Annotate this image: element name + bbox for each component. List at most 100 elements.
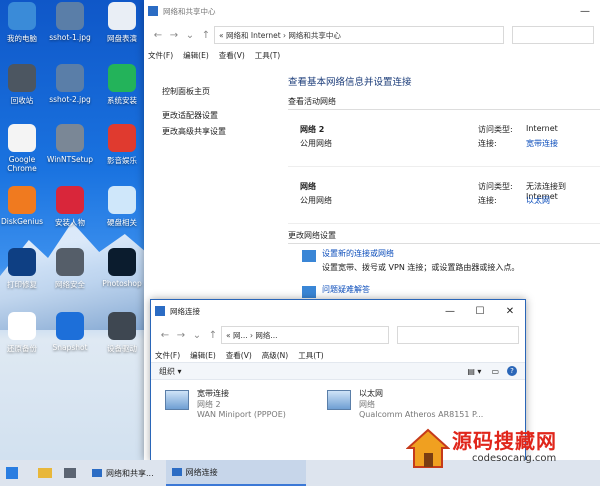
- desktop-icon-label: sshot-1.jpg: [49, 33, 91, 42]
- desktop-icon[interactable]: sshot-2.jpg: [42, 64, 98, 104]
- conn-forward-icon[interactable]: →: [173, 330, 189, 341]
- file-explorer-icon[interactable]: [38, 468, 52, 478]
- conn-window-title: 网络连接: [170, 306, 200, 316]
- conn-search-input[interactable]: [397, 326, 519, 344]
- history-icon[interactable]: ⌄: [182, 30, 198, 41]
- desktop-icon[interactable]: Photoshop: [94, 248, 150, 288]
- connection-name: 以太网: [359, 389, 383, 398]
- desktop-icon-label: 网盘表演: [107, 34, 137, 43]
- taskbar-network-sharing[interactable]: 网络和共享...: [86, 460, 160, 486]
- start-icon[interactable]: [6, 467, 18, 479]
- connection-item[interactable]: 宽带连接 网络 2 WAN Miniport (PPPOE): [165, 388, 335, 428]
- desktop-icon-image: [108, 248, 136, 276]
- desktop-icon-image: [108, 186, 136, 214]
- view-options-icon[interactable]: ▤ ▾: [467, 367, 481, 376]
- preview-pane-icon[interactable]: ▭: [491, 367, 499, 376]
- conn-close-button[interactable]: ✕: [495, 300, 525, 322]
- conn-history-icon[interactable]: ⌄: [189, 330, 205, 341]
- desktop-icon[interactable]: WinNTSetup: [42, 124, 98, 164]
- network-name: 网络: [300, 182, 316, 191]
- desktop-icon-image: [108, 124, 136, 152]
- desktop-icon-label: 设备驱动: [107, 344, 137, 353]
- desktop-icon[interactable]: 影音娱乐: [94, 124, 150, 166]
- conn-up-icon[interactable]: ↑: [205, 330, 221, 341]
- computer-icon: [327, 390, 351, 410]
- access-label: 访问类型:: [478, 125, 513, 134]
- task-title[interactable]: 问题疑难解答: [322, 284, 600, 295]
- desktop-icon[interactable]: 系统安装: [94, 64, 150, 106]
- conn-address-bar[interactable]: « 网... › 网络...: [221, 326, 389, 344]
- up-icon[interactable]: ↑: [198, 30, 214, 41]
- watermark-url: codesocang.com: [472, 453, 557, 464]
- conn-address-text: « 网... › 网络...: [226, 330, 278, 340]
- conn-title-bar: 网络连接 — ☐ ✕: [151, 300, 525, 322]
- desktop-icon-image: [56, 312, 84, 340]
- menu-file[interactable]: 文件(F): [148, 50, 173, 61]
- menu-tools[interactable]: 工具(T): [255, 50, 280, 61]
- window-title: 网络和共享中心: [163, 6, 216, 16]
- taskbar-app-icon[interactable]: [64, 468, 76, 478]
- access-label: 访问类型:: [478, 182, 513, 191]
- access-value: Internet: [526, 124, 558, 133]
- minimize-button[interactable]: —: [570, 0, 600, 22]
- organize-button[interactable]: 组织 ▾: [159, 366, 182, 377]
- active-network: 网络 2 公用网络 访问类型: Internet 连接: 宽带连接: [288, 118, 600, 167]
- back-icon[interactable]: ←: [150, 30, 166, 41]
- desktop-icon-image: [56, 248, 84, 276]
- conn-command-bar: 组织 ▾ ▤ ▾ ▭ ?: [151, 362, 525, 380]
- conn-maximize-button[interactable]: ☐: [465, 300, 495, 322]
- conn-menu-advanced[interactable]: 高级(N): [262, 350, 288, 361]
- connection-name: 宽带连接: [197, 389, 229, 398]
- desktop-icon-image: [8, 186, 36, 214]
- conn-menu-view[interactable]: 查看(V): [226, 350, 252, 361]
- conn-window-icon: [155, 306, 165, 316]
- desktop-icon-image: [8, 248, 36, 276]
- search-input[interactable]: [512, 26, 594, 44]
- desktop-icon-label: 硬盘相关: [107, 218, 137, 227]
- conn-menu-edit[interactable]: 编辑(E): [190, 350, 216, 361]
- page-heading: 查看基本网络信息并设置连接: [288, 77, 412, 88]
- desktop-icon-label: WinNTSetup: [46, 155, 94, 164]
- help-icon[interactable]: ?: [507, 366, 517, 376]
- connection-link[interactable]: 以太网: [526, 195, 550, 206]
- change-settings-label: 更改网络设置: [288, 230, 600, 244]
- connection-device: Qualcomm Atheros AR8151 P...: [359, 410, 484, 419]
- desktop-icon[interactable]: 硬盘相关: [94, 186, 150, 228]
- connection-label: 连接:: [478, 139, 497, 148]
- desktop-icon-image: [8, 64, 36, 92]
- desktop-icon[interactable]: 网络安全: [42, 248, 98, 290]
- desktop-icon[interactable]: 安装人物: [42, 186, 98, 228]
- connection-item[interactable]: 以太网 网络 Qualcomm Atheros AR8151 P...: [327, 388, 497, 428]
- computer-icon: [165, 390, 189, 410]
- conn-back-icon[interactable]: ←: [157, 330, 173, 341]
- desktop-icon-label: 系统安装: [107, 96, 137, 105]
- connection-label: 连接:: [478, 196, 497, 205]
- menu-view[interactable]: 查看(V): [219, 50, 245, 61]
- conn-menu-tools[interactable]: 工具(T): [298, 350, 323, 361]
- desktop-icon-image: [56, 186, 84, 214]
- task-title[interactable]: 设置新的连接或网络: [322, 248, 600, 259]
- window-icon: [148, 6, 158, 16]
- network-icon: [92, 469, 102, 477]
- address-bar[interactable]: « 网络和 Internet › 网络和共享中心: [214, 26, 504, 44]
- conn-menu-file[interactable]: 文件(F): [155, 350, 180, 361]
- sidebar-advanced[interactable]: 更改高级共享设置: [162, 124, 282, 140]
- desktop-icon-image: [8, 124, 36, 152]
- conn-nav-row: ← → ⌄ ↑ « 网... › 网络...: [151, 322, 525, 348]
- desktop-icon[interactable]: Snapshot: [42, 312, 98, 352]
- sidebar-home[interactable]: 控制面板主页: [162, 84, 282, 100]
- task-icon: [302, 250, 316, 262]
- desktop-icon[interactable]: 设备驱动: [94, 312, 150, 354]
- menu-edit[interactable]: 编辑(E): [183, 50, 209, 61]
- taskbar-network-connections[interactable]: 网络连接: [165, 460, 306, 486]
- desktop-icon[interactable]: 网盘表演: [94, 2, 150, 44]
- house-logo: [406, 428, 450, 468]
- conn-minimize-button[interactable]: —: [435, 300, 465, 322]
- desktop-icon[interactable]: sshot-1.jpg: [42, 2, 98, 42]
- active-networks-label: 查看活动网络: [288, 96, 600, 110]
- desktop-icon-label: 网络安全: [55, 280, 85, 289]
- connection-link[interactable]: 宽带连接: [526, 138, 558, 149]
- watermark-title: 源码搜藏网: [452, 429, 557, 453]
- sidebar-adapter[interactable]: 更改适配器设置: [162, 108, 282, 124]
- forward-icon[interactable]: →: [166, 30, 182, 41]
